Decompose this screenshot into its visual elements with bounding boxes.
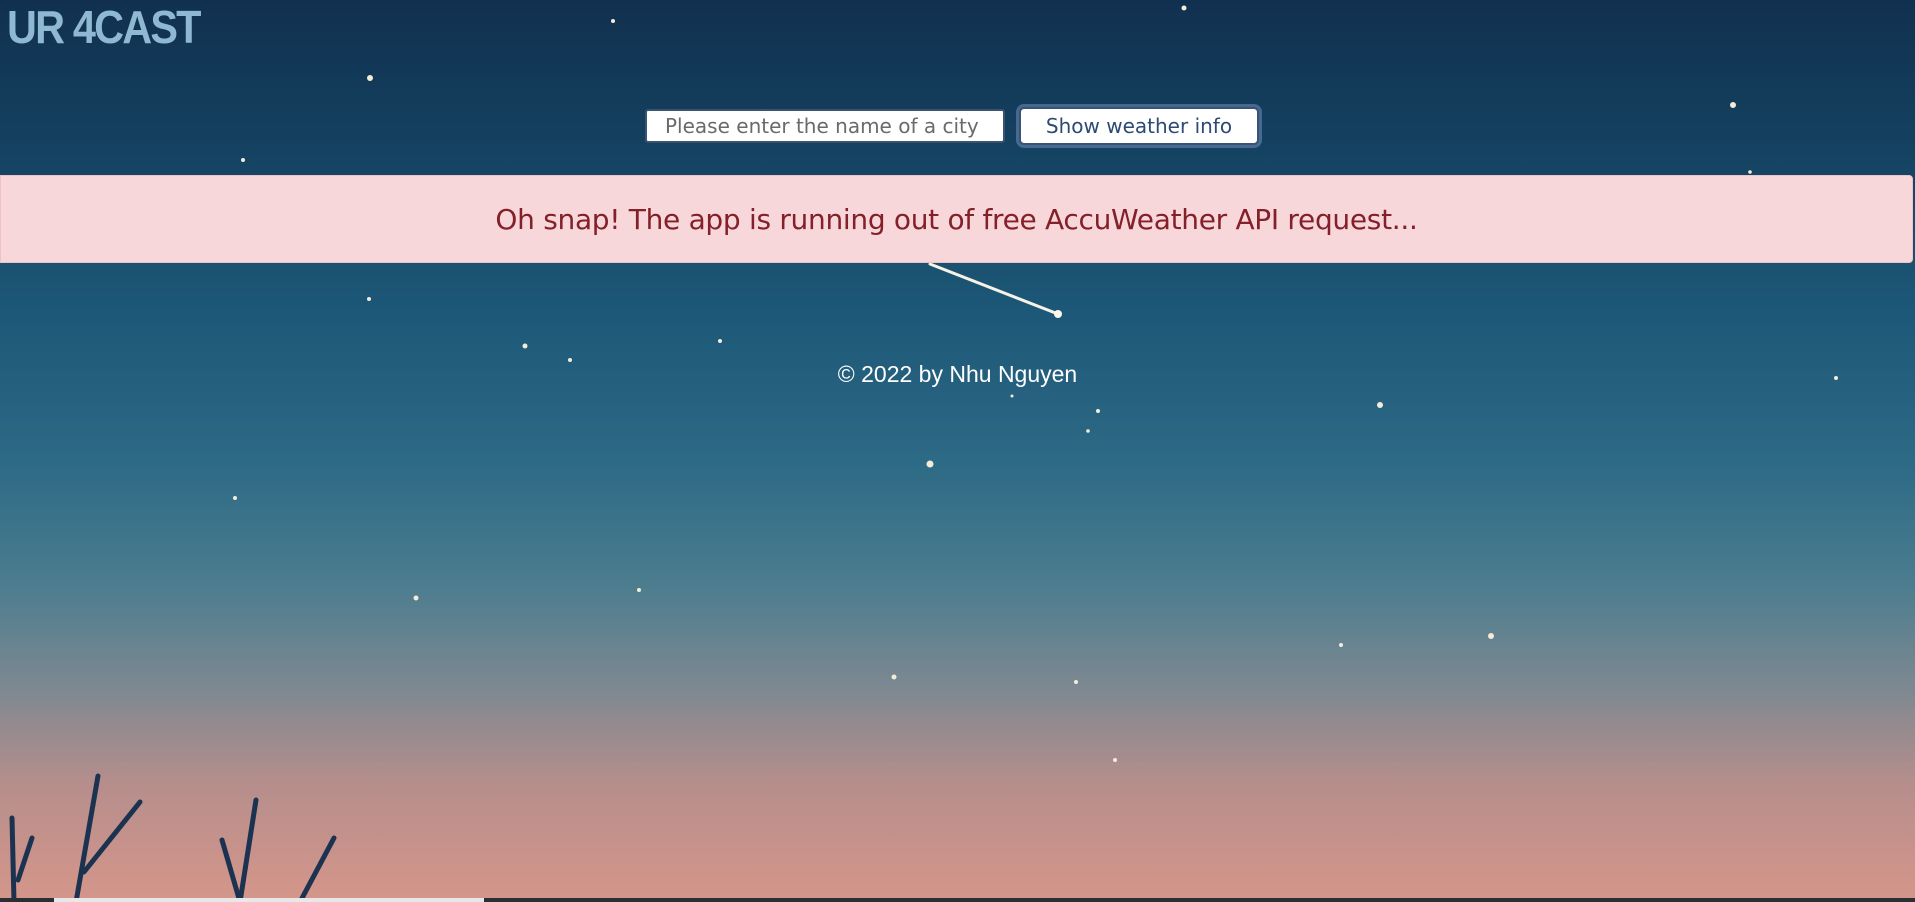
footer-copyright: © 2022 by Nhu Nguyen xyxy=(837,361,1078,387)
star xyxy=(1377,402,1383,408)
star xyxy=(1074,680,1078,684)
city-search-form: Show weather info xyxy=(645,107,1259,145)
star xyxy=(1096,409,1100,413)
star xyxy=(1181,5,1187,11)
star xyxy=(1748,170,1752,174)
star xyxy=(718,339,722,343)
shooting-star xyxy=(928,262,1062,318)
star xyxy=(233,496,237,500)
strip-segment xyxy=(54,898,484,902)
star xyxy=(1086,429,1090,433)
app-brand-logo[interactable]: UR 4CAST xyxy=(7,0,201,54)
star xyxy=(1339,643,1343,647)
star xyxy=(522,343,528,349)
star xyxy=(1488,633,1494,639)
star xyxy=(367,297,371,301)
alert-message: Oh snap! The app is running out of free … xyxy=(495,202,1418,236)
star xyxy=(1730,102,1736,108)
star xyxy=(367,75,373,81)
show-weather-button[interactable]: Show weather info xyxy=(1019,107,1259,145)
star xyxy=(1010,394,1014,398)
api-limit-alert: Oh snap! The app is running out of free … xyxy=(0,175,1913,263)
star xyxy=(611,19,615,23)
star xyxy=(1113,758,1117,762)
bottom-edge-strip xyxy=(0,898,1915,902)
star xyxy=(413,595,419,601)
bare-tree-branches xyxy=(9,773,337,902)
star xyxy=(926,460,934,468)
star xyxy=(241,158,245,162)
star xyxy=(891,674,897,680)
city-search-input[interactable] xyxy=(645,109,1005,143)
star xyxy=(637,588,641,592)
